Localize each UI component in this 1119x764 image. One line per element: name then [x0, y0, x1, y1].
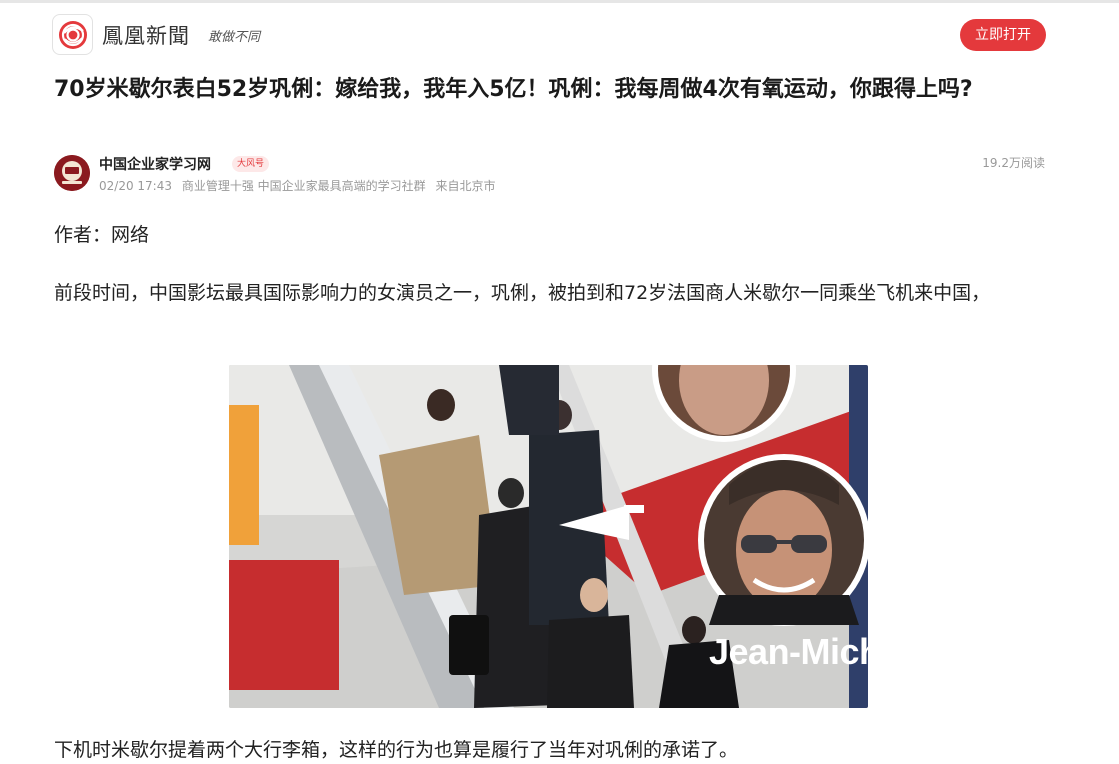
- open-app-button[interactable]: 立即打开: [960, 19, 1046, 51]
- read-count: 19.2万阅读: [982, 156, 1045, 170]
- top-divider: [0, 0, 1119, 3]
- article-meta: 02/20 17:43 商业管理十强 中国企业家最具高端的学习社群 来自北京市: [99, 177, 501, 194]
- author-location: 来自北京市: [435, 179, 496, 193]
- author-badge: 大风号: [232, 156, 270, 172]
- brand-name: 鳳凰新聞: [102, 24, 190, 48]
- article-photo[interactable]: Jean-Mich: [229, 365, 868, 708]
- author-name[interactable]: 中国企业家学习网: [99, 154, 211, 174]
- brand-slogan: 敢做不同: [208, 30, 261, 45]
- ifeng-logo-icon[interactable]: [52, 14, 93, 55]
- publish-date: 02/20 17:43: [99, 179, 172, 193]
- paragraph-author: 作者：网络: [54, 224, 150, 246]
- paragraph-after-photo: 下机时米歇尔提着两个大行李箱，这样的行为也算是履行了当年对巩俐的承诺了。: [54, 739, 739, 761]
- author-tagline: 商业管理十强 中国企业家最具高端的学习社群: [181, 179, 426, 193]
- photo-overlay-label: Jean-Mich: [709, 631, 868, 672]
- article-title: 70岁米歇尔表白52岁巩俐：嫁给我，我年入5亿！巩俐：我每周做4次有氧运动，你跟…: [54, 77, 973, 102]
- author-avatar[interactable]: [54, 155, 90, 191]
- app-header: 鳳凰新聞 敢做不同 立即打开: [52, 14, 1046, 56]
- paragraph-intro: 前段时间，中国影坛最具国际影响力的女演员之一，巩俐，被拍到和72岁法国商人米歇尔…: [54, 282, 991, 304]
